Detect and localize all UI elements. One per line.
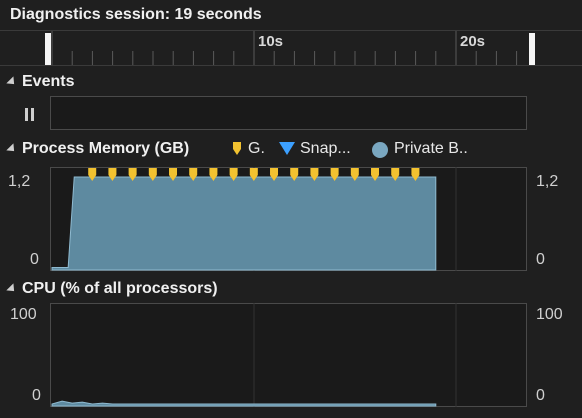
legend-gc-label: G. <box>248 140 265 157</box>
events-collapse-icon[interactable] <box>6 76 18 88</box>
session-title: Diagnostics session: 19 seconds <box>10 6 262 23</box>
timeline-ticks <box>51 31 518 65</box>
tick-label-10s: 10s <box>258 33 284 50</box>
pause-icon[interactable] <box>24 108 36 122</box>
cpu-y-min-right: 0 <box>536 387 545 404</box>
legend-private-bytes-label: Private B.. <box>394 140 468 157</box>
gc-marker-icon <box>232 142 242 156</box>
events-track[interactable] <box>50 96 527 130</box>
cpu-y-min-left: 0 <box>32 387 41 404</box>
tick-label-20s: 20s <box>460 33 486 50</box>
private-bytes-area <box>51 176 437 271</box>
memory-y-min-right: 0 <box>536 251 545 268</box>
events-title: Events <box>22 73 75 90</box>
memory-y-max-right: 1,2 <box>536 173 559 190</box>
private-bytes-icon <box>372 142 388 158</box>
legend-snapshot-label: Snap... <box>300 140 351 157</box>
cpu-y-max-left: 100 <box>10 306 37 323</box>
memory-y-max-left: 1,2 <box>8 173 31 190</box>
cpu-chart <box>51 303 457 407</box>
selection-start-handle[interactable] <box>45 33 51 65</box>
memory-chart <box>51 167 457 271</box>
cpu-y-max-right: 100 <box>536 306 563 323</box>
memory-title: Process Memory (GB) <box>22 140 190 157</box>
cpu-usage-area <box>51 400 437 407</box>
memory-y-min-left: 0 <box>30 251 39 268</box>
memory-collapse-icon[interactable] <box>6 143 18 155</box>
cpu-collapse-icon[interactable] <box>6 283 18 295</box>
selection-end-handle[interactable] <box>529 33 535 65</box>
cpu-title: CPU (% of all processors) <box>22 280 218 297</box>
snapshot-icon <box>279 142 295 156</box>
